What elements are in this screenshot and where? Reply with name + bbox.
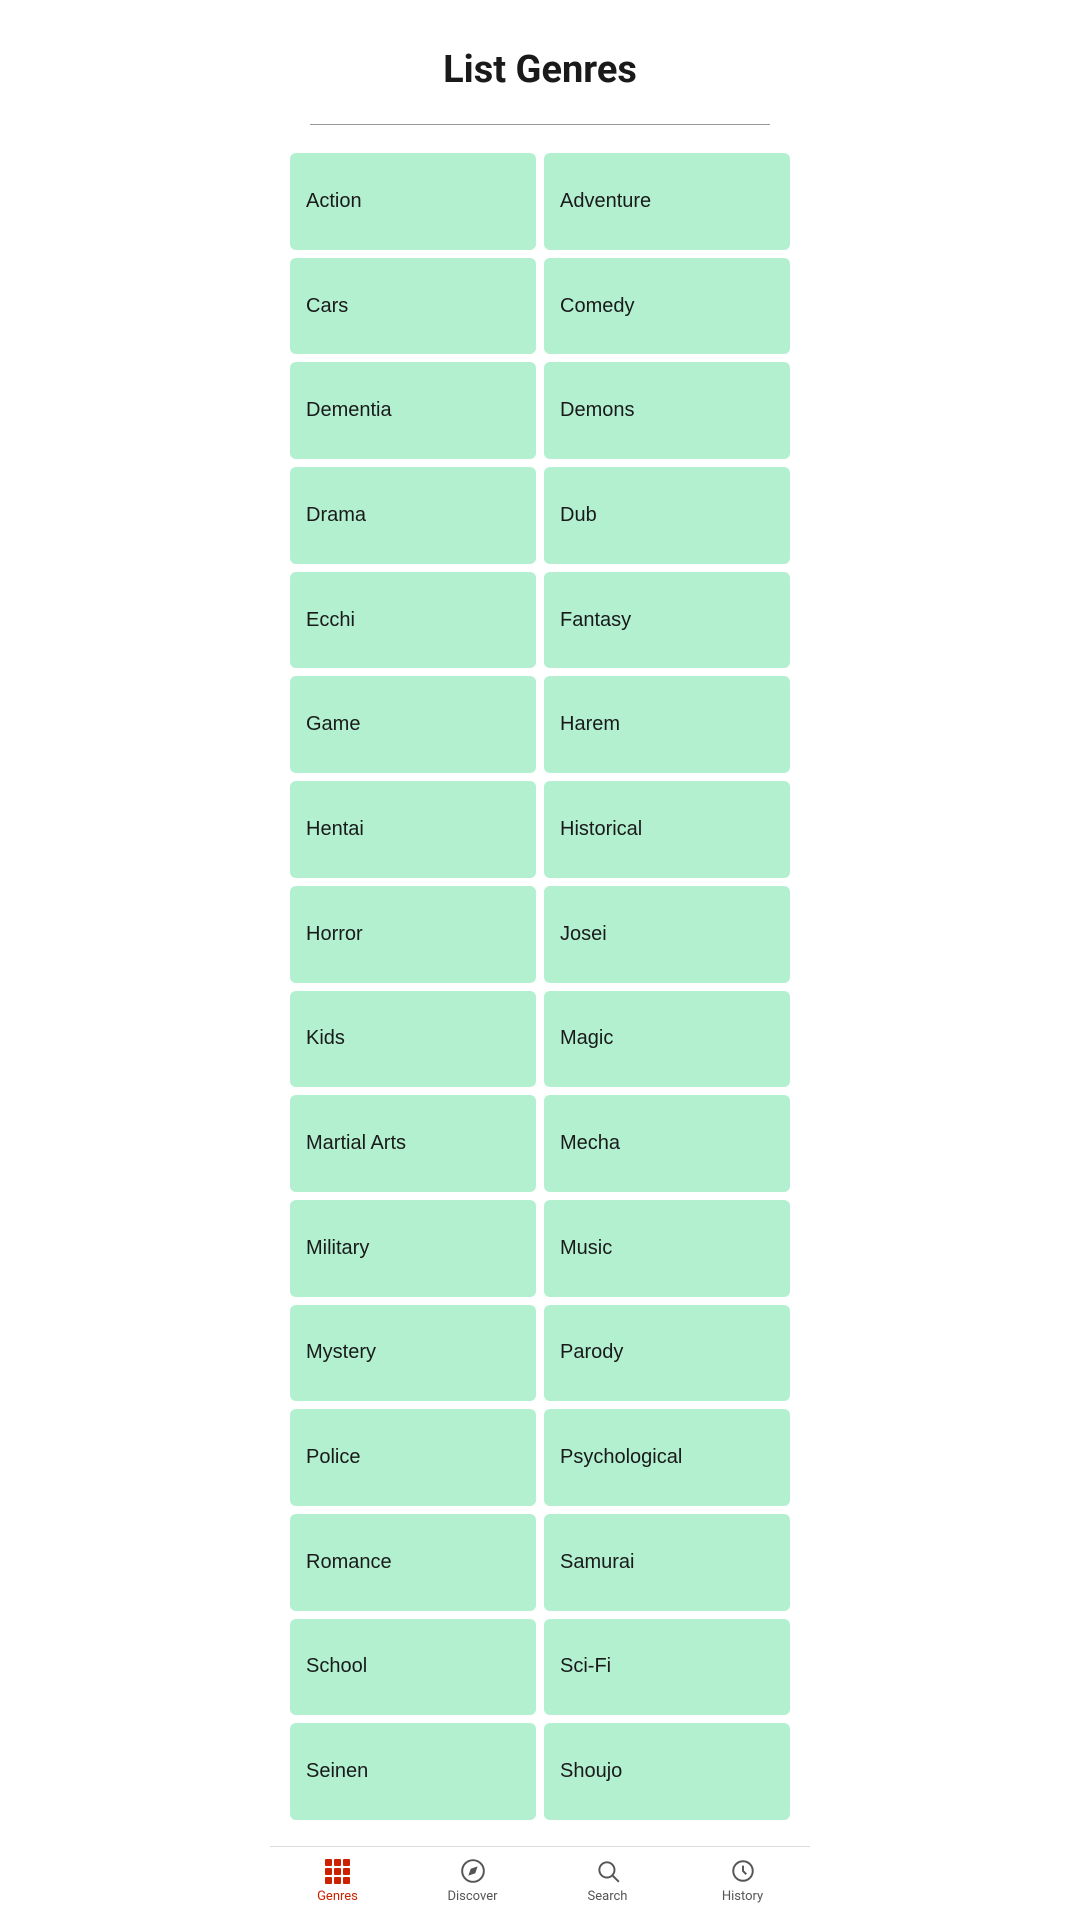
genre-item-music[interactable]: Music	[544, 1200, 790, 1297]
genre-item-school[interactable]: School	[290, 1619, 536, 1716]
history-icon	[729, 1857, 757, 1885]
genres-icon	[324, 1857, 352, 1885]
genre-item-josei[interactable]: Josei	[544, 886, 790, 983]
genre-item-parody[interactable]: Parody	[544, 1305, 790, 1402]
genre-item-game[interactable]: Game	[290, 676, 536, 773]
nav-label-history: History	[722, 1889, 763, 1904]
genre-item-adventure[interactable]: Adventure	[544, 153, 790, 250]
page-title: List Genres	[290, 48, 790, 92]
nav-item-search[interactable]: Search	[540, 1857, 675, 1904]
genre-item-historical[interactable]: Historical	[544, 781, 790, 878]
genre-item-mecha[interactable]: Mecha	[544, 1095, 790, 1192]
divider	[310, 124, 770, 125]
nav-item-history[interactable]: History	[675, 1857, 810, 1904]
nav-label-search: Search	[588, 1889, 628, 1904]
nav-item-discover[interactable]: Discover	[405, 1857, 540, 1904]
genre-item-sci-fi[interactable]: Sci-Fi	[544, 1619, 790, 1716]
genre-item-samurai[interactable]: Samurai	[544, 1514, 790, 1611]
genre-item-comedy[interactable]: Comedy	[544, 258, 790, 355]
genre-item-romance[interactable]: Romance	[290, 1514, 536, 1611]
genre-item-psychological[interactable]: Psychological	[544, 1409, 790, 1506]
nav-label-discover: Discover	[447, 1889, 497, 1904]
genre-item-shoujo[interactable]: Shoujo	[544, 1723, 790, 1820]
genre-item-horror[interactable]: Horror	[290, 886, 536, 983]
genre-item-action[interactable]: Action	[290, 153, 536, 250]
genre-item-police[interactable]: Police	[290, 1409, 536, 1506]
page-header: List Genres	[270, 0, 810, 116]
genre-item-fantasy[interactable]: Fantasy	[544, 572, 790, 669]
genre-item-kids[interactable]: Kids	[290, 991, 536, 1088]
genre-item-dub[interactable]: Dub	[544, 467, 790, 564]
genre-item-cars[interactable]: Cars	[290, 258, 536, 355]
genre-item-seinen[interactable]: Seinen	[290, 1723, 536, 1820]
discover-icon	[459, 1857, 487, 1885]
genre-item-dementia[interactable]: Dementia	[290, 362, 536, 459]
search-icon	[594, 1857, 622, 1885]
genre-item-harem[interactable]: Harem	[544, 676, 790, 773]
genre-item-ecchi[interactable]: Ecchi	[290, 572, 536, 669]
genre-item-hentai[interactable]: Hentai	[290, 781, 536, 878]
genre-item-demons[interactable]: Demons	[544, 362, 790, 459]
nav-label-genres: Genres	[317, 1889, 358, 1904]
nav-item-genres[interactable]: Genres	[270, 1857, 405, 1904]
genre-item-martial-arts[interactable]: Martial Arts	[290, 1095, 536, 1192]
genre-item-drama[interactable]: Drama	[290, 467, 536, 564]
genre-item-mystery[interactable]: Mystery	[290, 1305, 536, 1402]
bottom-nav: Genres Discover Search History	[270, 1846, 810, 1920]
genre-grid: ActionAdventureCarsComedyDementiaDemonsD…	[270, 145, 810, 1920]
genre-item-magic[interactable]: Magic	[544, 991, 790, 1088]
genre-item-military[interactable]: Military	[290, 1200, 536, 1297]
